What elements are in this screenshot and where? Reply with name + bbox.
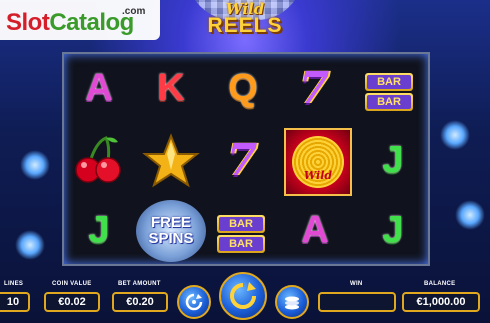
lines-label: LINES xyxy=(4,281,24,287)
bar-label: BAR xyxy=(367,75,411,89)
stage-light xyxy=(440,120,470,150)
symbol-q: Q xyxy=(214,60,272,116)
symbol-double-bar: BAR BAR xyxy=(212,206,270,262)
balance-field: €1,000.00 xyxy=(402,292,480,312)
symbol-k-text: K xyxy=(157,66,185,109)
symbol-j: J xyxy=(364,132,422,188)
watermark-slot: Slot xyxy=(6,9,50,36)
reels-grid: A K Q 7 BAR BAR 7 Wild J J FREE SPINS BA… xyxy=(62,52,430,266)
watermark-com: .com xyxy=(122,6,146,17)
spin-button[interactable] xyxy=(219,272,267,320)
symbol-j-text: J xyxy=(382,208,404,251)
bet-amount-field[interactable]: €0.20 xyxy=(112,292,168,312)
symbol-seven: 7 xyxy=(280,60,338,116)
stage-light xyxy=(20,150,50,180)
symbol-seven-text: 7 xyxy=(226,134,257,186)
coins-icon xyxy=(285,296,299,310)
balance-label: BALANCE xyxy=(424,281,456,287)
bar-label: BAR xyxy=(219,217,263,231)
slotcatalog-watermark: SlotCatalog .com xyxy=(0,0,160,40)
game-logo-reels: REELS xyxy=(207,14,283,37)
stage-light xyxy=(455,200,485,230)
stage-light xyxy=(15,230,45,260)
star-icon xyxy=(142,132,200,188)
win-field xyxy=(318,292,396,312)
symbol-a: A xyxy=(70,60,128,116)
symbol-q-text: Q xyxy=(228,66,258,109)
wild-label: Wild xyxy=(303,169,333,182)
bet-amount-label: BET AMOUNT xyxy=(118,281,161,287)
symbol-a: A xyxy=(286,202,344,258)
game-logo: Wild REELS xyxy=(195,0,295,38)
symbol-seven-text: 7 xyxy=(298,62,329,114)
symbol-k: K xyxy=(142,60,200,116)
coin-value-label: COIN VALUE xyxy=(52,281,92,287)
free-spins-line2: SPINS xyxy=(148,230,194,247)
bar-label: BAR xyxy=(219,237,263,251)
symbol-j-text: J xyxy=(382,138,404,181)
autoplay-icon xyxy=(185,293,203,311)
free-spins-symbol: FREE SPINS xyxy=(136,200,206,262)
symbol-j: J xyxy=(70,202,128,258)
coin-value-field[interactable]: €0.02 xyxy=(44,292,100,312)
lines-value[interactable]: 10 xyxy=(0,292,30,312)
symbol-double-bar: BAR BAR xyxy=(360,64,418,120)
symbol-a-text: A xyxy=(85,66,113,109)
vinyl-record-icon: Wild xyxy=(292,136,344,188)
autoplay-button[interactable] xyxy=(177,285,211,319)
cherry-icon xyxy=(70,132,128,188)
spin-icon xyxy=(230,282,256,309)
symbol-j-text: J xyxy=(88,208,110,251)
bar-label: BAR xyxy=(367,95,411,109)
symbol-j: J xyxy=(364,202,422,258)
win-label: WIN xyxy=(350,281,363,287)
symbol-a-text: A xyxy=(301,208,329,251)
symbol-seven: 7 xyxy=(208,132,266,188)
coins-button[interactable] xyxy=(275,285,309,319)
wild-symbol: Wild xyxy=(284,128,352,196)
free-spins-line1: FREE xyxy=(150,214,191,231)
